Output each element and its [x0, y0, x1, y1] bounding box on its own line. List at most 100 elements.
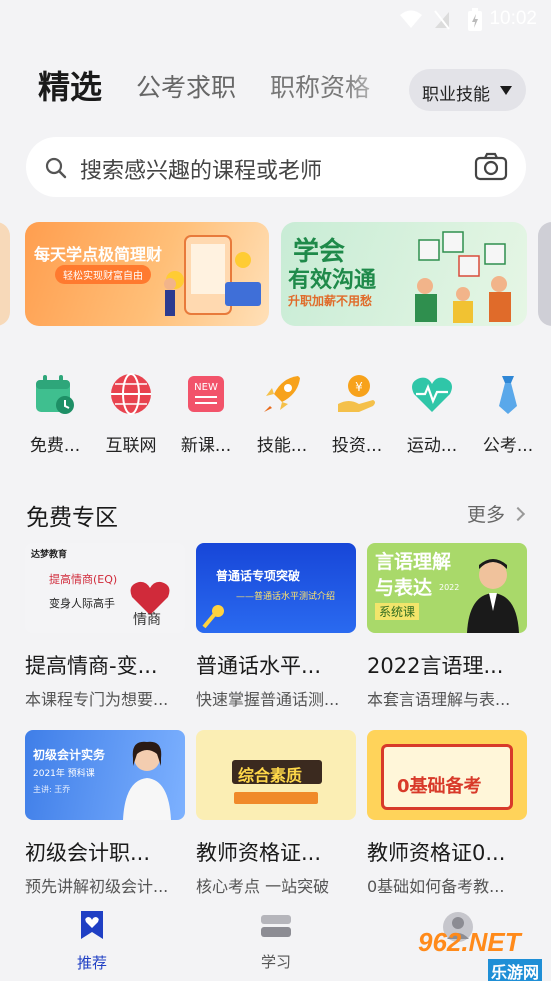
course-card[interactable]: 达梦教育 提高情商(EQ) 变身人际高手 情商 提高情商-变... 本课程专门为…: [25, 543, 185, 710]
dropdown-label: 职业技能: [422, 85, 490, 105]
course-thumbnail: 言语理解 与表达 2022 系统课: [367, 543, 527, 633]
thumb-text: 与表达: [375, 577, 433, 599]
nav-recommend[interactable]: 推荐: [52, 909, 132, 973]
bookmark-heart-icon: [81, 911, 103, 939]
course-title: 初级会计职...: [25, 841, 151, 865]
category-label: 技能...: [256, 436, 308, 456]
banner-comm-line2: 有效沟通: [288, 268, 377, 293]
banner-communication[interactable]: 学会 有效沟通 升职加薪不用愁: [281, 222, 527, 326]
search-placeholder: 搜索感兴趣的课程或老师: [80, 159, 323, 184]
category-label: 新课...: [180, 436, 232, 456]
thumb-text: 提高情商(EQ): [49, 573, 118, 586]
category-new-course[interactable]: NEW 新课...: [168, 368, 244, 456]
battery-icon: [468, 8, 482, 31]
thumb-text: 言语理解: [375, 551, 452, 573]
more-link[interactable]: 更多: [466, 500, 526, 527]
course-title: 提高情商-变...: [25, 654, 158, 678]
course-thumbnail: 综合素质: [196, 730, 356, 820]
category-row: 免费... 互联网 NEW 新课... 技能... ¥ 投资... 运动... …: [0, 368, 551, 458]
course-card[interactable]: 0基础备考 教师资格证0... 0基础如何备考教...: [367, 730, 527, 897]
svg-text:NEW: NEW: [194, 382, 218, 393]
thumb-text: 普通话专项突破: [216, 569, 301, 583]
banner-finance-headline: 每天学点极简理财: [34, 245, 163, 264]
category-free[interactable]: 免费...: [17, 368, 93, 456]
category-skills[interactable]: 技能...: [244, 368, 320, 456]
course-desc: 本套言语理解与表...: [367, 690, 511, 709]
watermark-sub: 乐游网: [488, 959, 543, 981]
svg-text:¥: ¥: [355, 380, 363, 394]
category-label: 互联网: [105, 436, 157, 456]
thumb-text: ——普通话水平测试介绍: [236, 592, 336, 602]
course-desc: 核心考点 一站突破: [196, 877, 330, 896]
thumb-text: 综合素质: [238, 766, 303, 785]
course-thumbnail: 普通话专项突破 ——普通话水平测试介绍: [196, 543, 356, 633]
course-card[interactable]: 言语理解 与表达 2022 系统课 2022言语理... 本套言语理解与表...: [367, 543, 527, 710]
watermark: 962.NET 乐游网: [408, 925, 551, 981]
banner-comm-line3: 升职加薪不用愁: [288, 294, 373, 308]
course-card[interactable]: 综合素质 教师资格证... 核心考点 一站突破: [196, 730, 356, 897]
banner-finance[interactable]: 每天学点极简理财 轻松实现财富自由: [25, 222, 269, 326]
finance-illustration: [164, 235, 261, 316]
caret-down-icon: [500, 86, 512, 95]
nav-label: 推荐: [76, 954, 107, 972]
course-card[interactable]: 普通话专项突破 ——普通话水平测试介绍 普通话水平... 快速掌握普通话测...: [196, 543, 356, 710]
category-label: 免费...: [29, 436, 81, 456]
work-illustration: [415, 231, 511, 323]
thumb-text: 主讲: 王乔: [33, 785, 71, 794]
course-title: 教师资格证0...: [367, 841, 506, 865]
status-time: 10:02: [489, 8, 537, 29]
microphone-icon: [202, 605, 224, 629]
tab-featured[interactable]: 精选: [38, 62, 102, 108]
watermark-logo: 962.NET: [418, 927, 521, 957]
new-badge-icon: NEW: [188, 376, 224, 412]
money-hand-icon: ¥: [338, 375, 375, 412]
course-desc: 本课程专门为想要...: [25, 690, 169, 709]
category-label: 投资...: [331, 436, 383, 456]
course-thumbnail: 0基础备考: [367, 730, 527, 820]
tab-civil-exam[interactable]: 公考求职: [136, 68, 236, 104]
heartbeat-icon: [412, 377, 452, 412]
section-title-free: 免费专区: [26, 505, 118, 531]
status-bar: 10:02: [0, 0, 551, 40]
banner-finance-sub: 轻松实现财富自由: [55, 265, 151, 284]
category-investment[interactable]: ¥ 投资...: [319, 368, 395, 456]
books-icon: [261, 915, 291, 937]
course-thumbnail: 初级会计实务 2021年 预科课 主讲: 王乔: [25, 730, 185, 820]
calendar-icon: [36, 375, 74, 414]
teacher-portrait: [123, 741, 171, 820]
thumb-text: 初级会计实务: [33, 748, 106, 762]
search-icon: [45, 157, 67, 179]
course-desc: 快速掌握普通话测...: [196, 690, 340, 709]
category-internet[interactable]: 互联网: [93, 368, 169, 456]
category-civil-exam[interactable]: 公考...: [470, 368, 546, 456]
course-title: 普通话水平...: [196, 654, 322, 678]
banner-prev[interactable]: [0, 222, 10, 326]
more-label: 更多: [466, 504, 505, 526]
thumb-text: 2021年 预科课: [33, 769, 95, 779]
banner-next[interactable]: [538, 222, 551, 326]
thumb-text: 变身人际高手: [49, 597, 115, 610]
thumb-text: 系统课: [375, 603, 420, 620]
search-bar[interactable]: 搜索感兴趣的课程或老师: [26, 137, 526, 197]
tie-icon: [499, 376, 517, 414]
nav-label: 学习: [260, 953, 291, 971]
tab-fade: [343, 62, 403, 116]
course-desc: 预先讲解初级会计...: [25, 877, 169, 896]
chevron-right-icon: [510, 506, 526, 522]
category-sports[interactable]: 运动...: [394, 368, 470, 456]
thumb-text: 0基础备考: [397, 776, 482, 797]
rocket-icon: [264, 376, 300, 412]
course-card[interactable]: 初级会计实务 2021年 预科课 主讲: 王乔 初级会计职... 预先讲解初级会…: [25, 730, 185, 897]
thumb-strip: [234, 792, 318, 804]
course-title: 教师资格证...: [196, 841, 322, 865]
camera-icon[interactable]: [474, 152, 508, 182]
category-label: 运动...: [406, 436, 458, 456]
category-dropdown[interactable]: 职业技能: [409, 69, 526, 111]
course-desc: 0基础如何备考教...: [367, 877, 505, 896]
course-title: 2022言语理...: [367, 654, 504, 678]
teacher-portrait: [467, 559, 519, 633]
thumb-text: 达梦教育: [31, 550, 68, 560]
globe-icon: [111, 373, 151, 415]
signal-off-icon: [434, 10, 450, 30]
nav-study[interactable]: 学习: [236, 913, 316, 972]
